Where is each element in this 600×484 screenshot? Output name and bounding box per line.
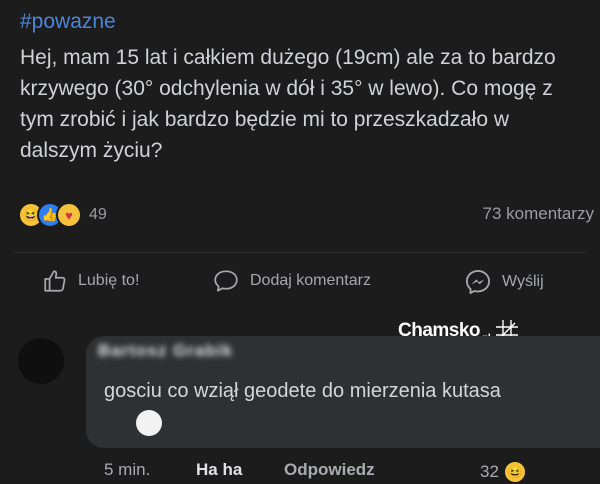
commenter-name[interactable]: Bartosz Grabik — [98, 341, 233, 361]
thumbs-up-icon — [44, 270, 66, 292]
comment-timestamp[interactable]: 5 min. — [104, 460, 150, 480]
comment-reaction-summary[interactable]: 32 😆 — [480, 460, 527, 484]
comment-bubble-icon — [214, 270, 238, 292]
post-action-bar: Lubię to! Dodaj komentarz Wyślij — [0, 268, 600, 302]
send-label: Wyślij — [502, 273, 544, 290]
divider — [14, 252, 586, 253]
hashtag-link[interactable]: #powazne — [20, 10, 116, 34]
send-button[interactable]: Wyślij — [464, 268, 544, 296]
comment-reaction-button[interactable]: Ha ha — [196, 460, 242, 480]
reaction-count: 49 — [89, 206, 107, 223]
comment-text: gosciu co wziął geodete do mierzenia kut… — [104, 380, 501, 402]
like-button[interactable]: Lubię to! — [42, 268, 139, 294]
comment-count-link[interactable]: 73 komentarzy — [483, 204, 595, 224]
messenger-icon — [465, 269, 491, 295]
comment-button[interactable]: Dodaj komentarz — [212, 268, 371, 294]
censor-blot — [136, 410, 162, 436]
reaction-summary[interactable]: 😆 👍 ♥ 49 — [18, 202, 107, 228]
reply-button[interactable]: Odpowiedz — [284, 460, 375, 480]
care-reaction-icon: ♥ — [56, 202, 82, 228]
comment-label: Dodaj komentarz — [250, 272, 371, 289]
comment-meta-row: 5 min. Ha ha Odpowiedz 32 😆 — [104, 460, 600, 484]
post-text: Hej, mam 15 lat i całkiem dużego (19cm) … — [20, 46, 556, 162]
comment-reaction-count: 32 — [480, 462, 499, 481]
commenter-avatar[interactable] — [18, 338, 64, 384]
facebook-post: #powazne Hej, mam 15 lat i całkiem dużeg… — [0, 0, 600, 484]
like-label: Lubię to! — [78, 272, 140, 289]
haha-reaction-icon: 😆 — [502, 460, 527, 484]
